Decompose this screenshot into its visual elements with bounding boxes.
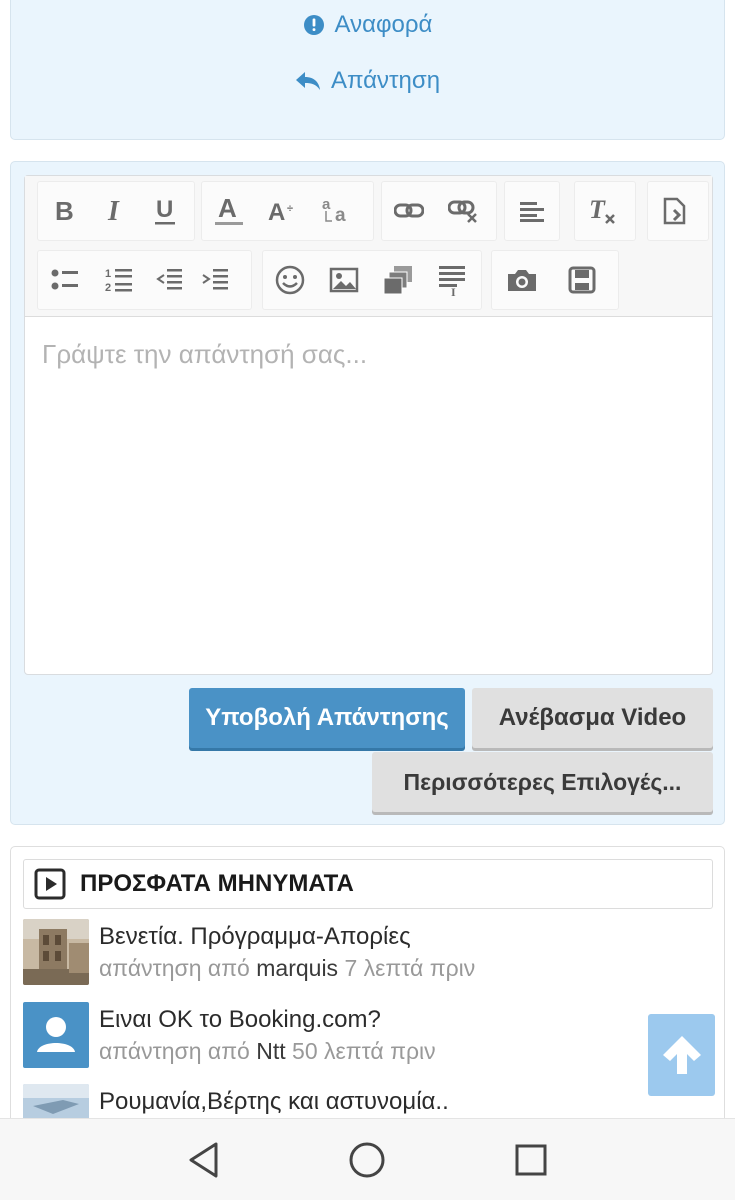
- svg-text:I: I: [107, 198, 120, 224]
- source-icon[interactable]: [648, 182, 702, 240]
- svg-text:a: a: [322, 196, 331, 213]
- camera-icon[interactable]: [492, 251, 552, 309]
- svg-text:÷: ÷: [287, 203, 293, 215]
- post-actions-panel: Αναφορά Απάντηση: [10, 0, 725, 140]
- numbered-list-icon[interactable]: 12: [92, 251, 146, 309]
- upload-video-button[interactable]: Ανέβασμα Video: [472, 688, 713, 748]
- toolbar-group-media: [491, 250, 619, 310]
- home-button[interactable]: [342, 1137, 392, 1183]
- system-navigation-bar: [0, 1118, 735, 1200]
- reply-prefix: απάντηση από: [99, 1038, 250, 1064]
- save-icon[interactable]: [552, 251, 612, 309]
- thread-title[interactable]: Ρουμανία,Βέρτης και αστυνομία..: [99, 1088, 449, 1116]
- underline-icon[interactable]: U: [138, 182, 192, 240]
- recent-messages-panel: ΠΡΟΣΦΑΤΑ ΜΗΝΥΜΑΤΑ Βενετία. Πρόγραμμα-Απο…: [10, 846, 725, 1150]
- more-options-button[interactable]: Περισσότερες Επιλογές...: [372, 752, 713, 812]
- svg-text:a: a: [335, 205, 346, 226]
- play-icon: [34, 868, 66, 900]
- thread-thumbnail: [23, 919, 89, 985]
- report-label: Αναφορά: [334, 11, 433, 38]
- indent-icon[interactable]: [192, 251, 238, 309]
- clear-format-icon[interactable]: T: [575, 182, 629, 240]
- link-icon[interactable]: [382, 182, 436, 240]
- recent-messages-header: ΠΡΟΣΦΑΤΑ ΜΗΝΥΜΑΤΑ: [23, 859, 713, 909]
- thread-title[interactable]: Βενετία. Πρόγραμμα-Απορίες: [99, 923, 411, 951]
- emoji-icon[interactable]: [263, 251, 317, 309]
- italic-icon[interactable]: I: [92, 182, 138, 240]
- svg-text:I: I: [451, 285, 456, 296]
- rich-text-editor: B I U A A ÷ a a T 1 2 I Γράψτε την απάντ…: [24, 175, 713, 675]
- submit-reply-button[interactable]: Υποβολή Απάντησης: [189, 688, 465, 748]
- home-circle-icon: [349, 1142, 385, 1178]
- reply-text-area[interactable]: Γράψτε την απάντησή σας...: [25, 317, 712, 674]
- svg-text:T: T: [589, 196, 606, 224]
- toolbar-group-source: [647, 181, 709, 241]
- reply-label: Απάντηση: [330, 67, 441, 94]
- gallery-icon[interactable]: [371, 251, 425, 309]
- toolbar-group-link: [381, 181, 497, 241]
- username[interactable]: Ntt: [256, 1038, 285, 1064]
- thread-meta: απάντηση από Ntt 50 λεπτά πριν: [99, 1038, 436, 1065]
- scroll-to-top-button[interactable]: [648, 1014, 715, 1096]
- svg-text:A: A: [268, 199, 285, 224]
- username[interactable]: marquis: [256, 955, 338, 981]
- outdent-icon[interactable]: [146, 251, 192, 309]
- recents-square-icon: [515, 1144, 547, 1176]
- reply-panel: B I U A A ÷ a a T 1 2 I Γράψτε την απάντ…: [10, 161, 725, 825]
- toolbar-group-lists: 12: [37, 250, 252, 310]
- unlink-icon[interactable]: [436, 182, 490, 240]
- list-item[interactable]: Ειναι OK το Booking.com? απάντηση από Nt…: [23, 1002, 713, 1068]
- align-left-icon[interactable]: [505, 182, 559, 240]
- timestamp: 50 λεπτά πριν: [292, 1038, 436, 1064]
- toolbar-group-align: [504, 181, 560, 241]
- thread-title[interactable]: Ειναι OK το Booking.com?: [99, 1006, 381, 1034]
- report-link[interactable]: Αναφορά: [11, 11, 724, 39]
- svg-text:B: B: [55, 198, 74, 224]
- avatar: [23, 1002, 89, 1068]
- back-button[interactable]: [179, 1137, 229, 1183]
- svg-text:A: A: [218, 195, 237, 223]
- font-color-icon[interactable]: A: [202, 182, 256, 240]
- page: Αναφορά Απάντηση B I U A A ÷ a a T 1 2 I…: [0, 0, 735, 1200]
- toolbar-group-font: A A ÷ aa: [201, 181, 374, 241]
- back-triangle-icon: [189, 1142, 218, 1178]
- toolbar-group-text-style: B I U: [37, 181, 195, 241]
- reply-icon: [295, 72, 320, 90]
- template-icon[interactable]: I: [425, 251, 479, 309]
- bold-icon[interactable]: B: [38, 182, 92, 240]
- bullet-list-icon[interactable]: [38, 251, 92, 309]
- svg-text:U: U: [156, 196, 173, 223]
- font-size-icon[interactable]: A ÷: [256, 182, 310, 240]
- reply-prefix: απάντηση από: [99, 955, 250, 981]
- svg-text:2: 2: [105, 282, 111, 294]
- recents-button[interactable]: [506, 1137, 556, 1183]
- toolbar-group-insert: I: [262, 250, 482, 310]
- editor-toolbar: B I U A A ÷ a a T 1 2 I: [25, 176, 712, 317]
- image-icon[interactable]: [317, 251, 371, 309]
- reply-link[interactable]: Απάντηση: [11, 67, 724, 95]
- arrow-up-icon: [662, 1036, 701, 1074]
- list-item[interactable]: Βενετία. Πρόγραμμα-Απορίες απάντηση από …: [23, 919, 713, 985]
- svg-text:1: 1: [105, 268, 111, 280]
- timestamp: 7 λεπτά πριν: [344, 955, 476, 981]
- recent-messages-title: ΠΡΟΣΦΑΤΑ ΜΗΝΥΜΑΤΑ: [80, 870, 354, 897]
- toolbar-group-clear: T: [574, 181, 636, 241]
- alert-icon: [303, 15, 324, 35]
- thread-meta: απάντηση από marquis 7 λεπτά πριν: [99, 955, 475, 982]
- text-transform-icon[interactable]: aa: [310, 182, 364, 240]
